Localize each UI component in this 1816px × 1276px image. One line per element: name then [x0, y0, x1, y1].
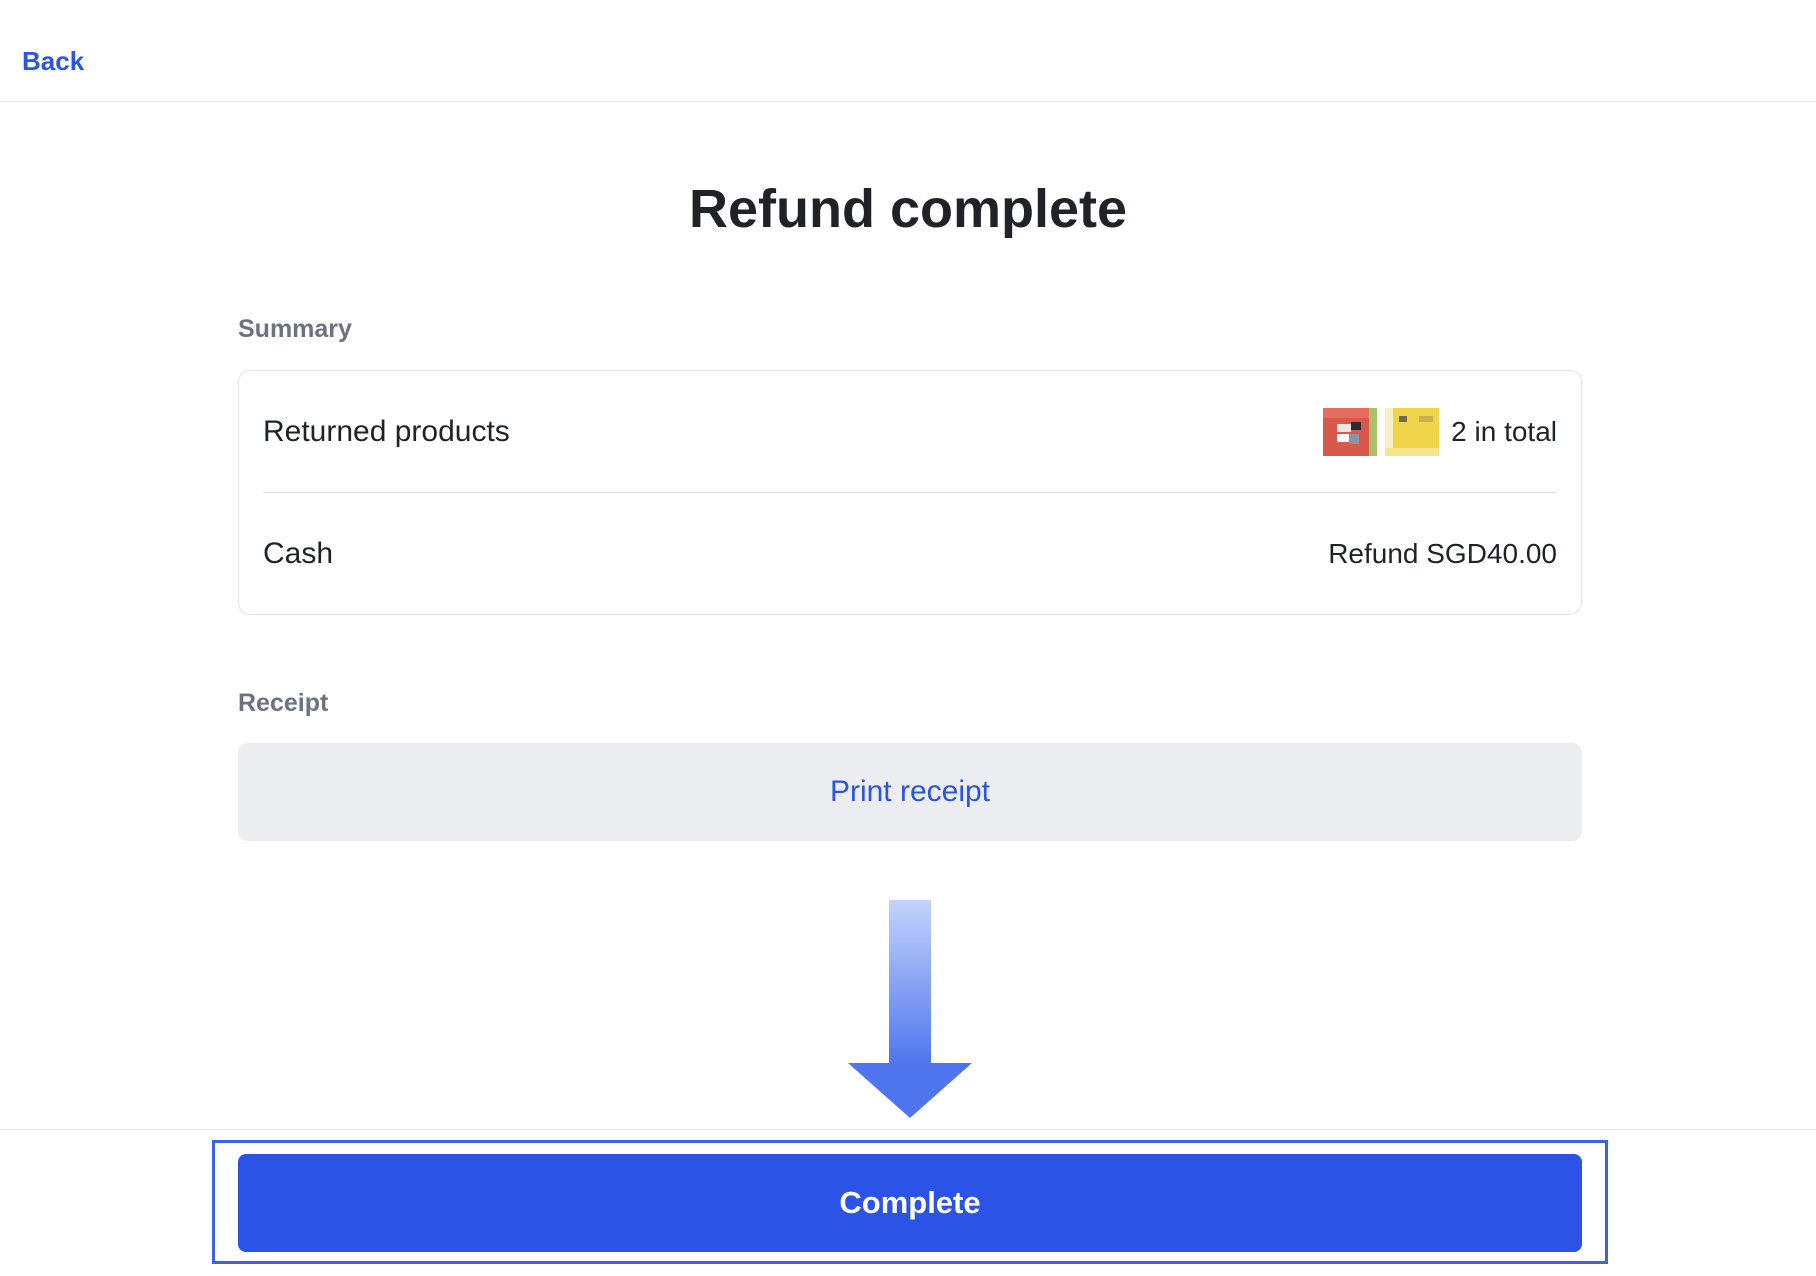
payment-method-label: Cash [263, 537, 334, 570]
product-thumbnail [1323, 407, 1378, 456]
returned-products-value: 2 in total [1315, 407, 1557, 456]
complete-button[interactable]: Complete [238, 1154, 1582, 1252]
refund-amount: Refund SGD40.00 [1328, 538, 1557, 569]
returned-products-row: Returned products 2 in total [263, 371, 1557, 493]
payment-row: Cash Refund SGD40.00 [263, 493, 1557, 615]
summary-section-label: Summary [238, 315, 352, 343]
top-bar: Back [0, 0, 1816, 102]
receipt-section-label: Receipt [238, 689, 329, 717]
page-title: Refund complete [688, 179, 1128, 239]
product-thumbnails [1315, 407, 1440, 456]
back-link[interactable]: Back [22, 46, 84, 77]
print-receipt-button[interactable]: Print receipt [238, 743, 1582, 841]
returned-products-count: 2 in total [1451, 415, 1557, 447]
summary-card: Returned products 2 in total Cash Refund… [238, 370, 1582, 615]
arrow-down-icon [848, 900, 972, 1118]
product-thumbnail [1385, 407, 1440, 456]
returned-products-label: Returned products [263, 414, 510, 448]
